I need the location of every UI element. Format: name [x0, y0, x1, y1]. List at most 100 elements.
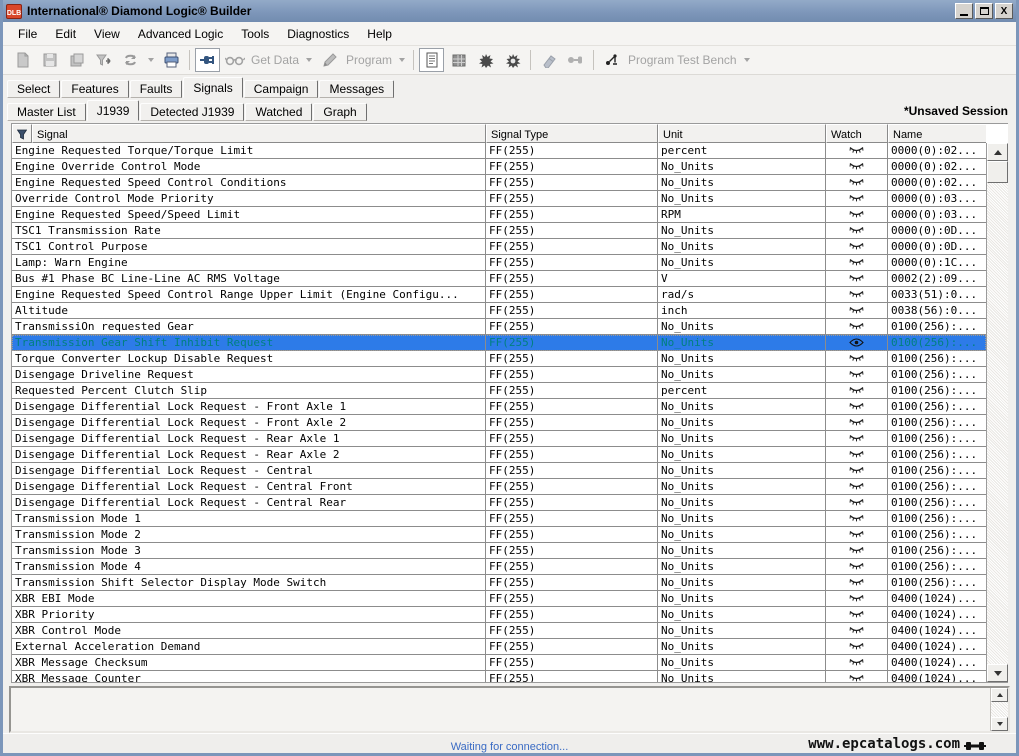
watch-eye-closed-cell[interactable]	[826, 479, 888, 494]
watch-eye-closed-cell[interactable]	[826, 207, 888, 222]
table-row[interactable]: Transmission Mode 2 FF(255) No_Units 0100(2…	[12, 527, 986, 543]
print-button[interactable]	[159, 48, 184, 72]
tab-faults[interactable]: Faults	[129, 80, 183, 98]
tab-detected-j1939[interactable]: Detected J1939	[140, 103, 245, 121]
table-row[interactable]: Engine Requested Torque/Torque Limit FF(2…	[12, 143, 986, 159]
get-data-button[interactable]: Get Data	[221, 48, 316, 72]
watch-eye-closed-cell[interactable]	[826, 447, 888, 462]
tab-signals[interactable]: Signals	[183, 77, 243, 98]
table-row[interactable]: Disengage Differential Lock Request - Ce…	[12, 479, 986, 495]
table-row[interactable]: Lamp: Warn Engine FF(255) No_Units 0000(0):…	[12, 255, 986, 271]
program-test-bench-button[interactable]: Program Test Bench	[598, 48, 754, 72]
debug-stop-button[interactable]	[500, 48, 525, 72]
tab-campaign[interactable]: Campaign	[243, 80, 319, 98]
filter-header-cell[interactable]	[12, 124, 32, 143]
watch-eye-closed-cell[interactable]	[826, 319, 888, 334]
table-row[interactable]: Transmission Gear Shift Inhibit Request F…	[12, 335, 986, 351]
maximize-button[interactable]	[975, 3, 993, 19]
menu-help[interactable]: Help	[358, 24, 401, 44]
scroll-down-button[interactable]	[987, 664, 1008, 682]
table-row[interactable]: Requested Percent Clutch Slip FF(255) perc…	[12, 383, 986, 399]
watch-eye-closed-cell[interactable]	[826, 575, 888, 590]
menu-edit[interactable]: Edit	[46, 24, 85, 44]
scroll-thumb[interactable]	[987, 161, 1008, 183]
watch-eye-closed-cell[interactable]	[826, 191, 888, 206]
panel-scroll-track[interactable]	[991, 702, 1008, 717]
table-row[interactable]: Disengage Differential Lock Request - Fr…	[12, 399, 986, 415]
watch-eye-closed-cell[interactable]	[826, 239, 888, 254]
table-row[interactable]: Disengage Differential Lock Request - Ce…	[12, 463, 986, 479]
grid-view-button[interactable]	[446, 48, 471, 72]
watch-eye-closed-cell[interactable]	[826, 543, 888, 558]
watch-eye-closed-cell[interactable]	[826, 271, 888, 286]
menu-view[interactable]: View	[85, 24, 129, 44]
watch-eye-closed-cell[interactable]	[826, 287, 888, 302]
tab-j1939[interactable]: J1939	[86, 100, 140, 121]
table-vertical-scrollbar[interactable]	[986, 143, 1008, 682]
tab-features[interactable]: Features	[61, 80, 129, 98]
watch-eye-closed-cell[interactable]	[826, 367, 888, 382]
table-row[interactable]: TSC1 Control Purpose FF(255) No_Units 0000(…	[12, 239, 986, 255]
watch-eye-closed-cell[interactable]	[826, 655, 888, 670]
watch-eye-closed-cell[interactable]	[826, 143, 888, 158]
panel-vertical-scrollbar[interactable]	[990, 688, 1008, 731]
watch-eye-closed-cell[interactable]	[826, 559, 888, 574]
new-document-button[interactable]	[10, 48, 35, 72]
table-row[interactable]: TransmissiOn requested Gear FF(255) No_Uni…	[12, 319, 986, 335]
watch-eye-closed-cell[interactable]	[826, 511, 888, 526]
column-header-watch[interactable]: Watch	[826, 124, 888, 143]
tab-watched[interactable]: Watched	[245, 103, 313, 121]
validate-button[interactable]	[91, 48, 116, 72]
save-button[interactable]	[37, 48, 62, 72]
table-row[interactable]: Torque Converter Lockup Disable Request F…	[12, 351, 986, 367]
table-row[interactable]: External Acceleration Demand FF(255) No_Un…	[12, 639, 986, 655]
table-row[interactable]: Override Control Mode Priority FF(255) No_…	[12, 191, 986, 207]
watch-eye-open-cell[interactable]	[826, 335, 888, 350]
table-row[interactable]: Engine Requested Speed/Speed Limit FF(255…	[12, 207, 986, 223]
menu-advanced-logic[interactable]: Advanced Logic	[129, 24, 232, 44]
watch-eye-closed-cell[interactable]	[826, 415, 888, 430]
menu-tools[interactable]: Tools	[232, 24, 278, 44]
tab-select[interactable]: Select	[7, 80, 61, 98]
save-all-button[interactable]	[64, 48, 89, 72]
tab-graph[interactable]: Graph	[313, 103, 367, 121]
debug-button[interactable]	[473, 48, 498, 72]
watch-eye-closed-cell[interactable]	[826, 159, 888, 174]
menu-diagnostics[interactable]: Diagnostics	[278, 24, 358, 44]
table-row[interactable]: XBR EBI Mode FF(255) No_Units 0400(1024)...	[12, 591, 986, 607]
table-row[interactable]: TSC1 Transmission Rate FF(255) No_Units 000…	[12, 223, 986, 239]
refresh-split-button[interactable]	[117, 48, 158, 72]
watch-eye-closed-cell[interactable]	[826, 303, 888, 318]
watch-eye-closed-cell[interactable]	[826, 255, 888, 270]
tab-master-list[interactable]: Master List	[7, 103, 86, 121]
watch-eye-closed-cell[interactable]	[826, 175, 888, 190]
watch-eye-closed-cell[interactable]	[826, 623, 888, 638]
refresh-dropdown-icon[interactable]	[148, 58, 154, 62]
watch-eye-closed-cell[interactable]	[826, 463, 888, 478]
table-row[interactable]: Disengage Differential Lock Request - Re…	[12, 431, 986, 447]
watch-eye-closed-cell[interactable]	[826, 671, 888, 682]
table-row[interactable]: Disengage Differential Lock Request - Ce…	[12, 495, 986, 511]
watch-eye-closed-cell[interactable]	[826, 591, 888, 606]
watch-eye-closed-cell[interactable]	[826, 495, 888, 510]
watch-eye-closed-cell[interactable]	[826, 607, 888, 622]
column-header-name[interactable]: Name	[888, 124, 986, 143]
table-row[interactable]: XBR Message Checksum FF(255) No_Units 0400(…	[12, 655, 986, 671]
watch-eye-closed-cell[interactable]	[826, 351, 888, 366]
table-row[interactable]: Disengage Differential Lock Request - Re…	[12, 447, 986, 463]
table-row[interactable]: Transmission Shift Selector Display Mode…	[12, 575, 986, 591]
disconnect-button[interactable]	[563, 48, 588, 72]
document-view-button[interactable]	[419, 48, 445, 72]
panel-scroll-up-button[interactable]	[991, 688, 1008, 702]
watch-eye-closed-cell[interactable]	[826, 431, 888, 446]
watch-eye-closed-cell[interactable]	[826, 399, 888, 414]
table-row[interactable]: Transmission Mode 1 FF(255) No_Units 0100(2…	[12, 511, 986, 527]
table-row[interactable]: XBR Message Counter FF(255) No Units 0400(1…	[12, 671, 986, 682]
menu-file[interactable]: File	[9, 24, 46, 44]
table-row[interactable]: Disengage Differential Lock Request - Fr…	[12, 415, 986, 431]
table-row[interactable]: XBR Priority FF(255) No_Units 0400(1024)...	[12, 607, 986, 623]
tab-messages[interactable]: Messages	[319, 80, 395, 98]
table-row[interactable]: Engine Override Control Mode FF(255) No_Un…	[12, 159, 986, 175]
table-row[interactable]: XBR Control Mode FF(255) No_Units 0400(1024…	[12, 623, 986, 639]
watch-eye-closed-cell[interactable]	[826, 527, 888, 542]
